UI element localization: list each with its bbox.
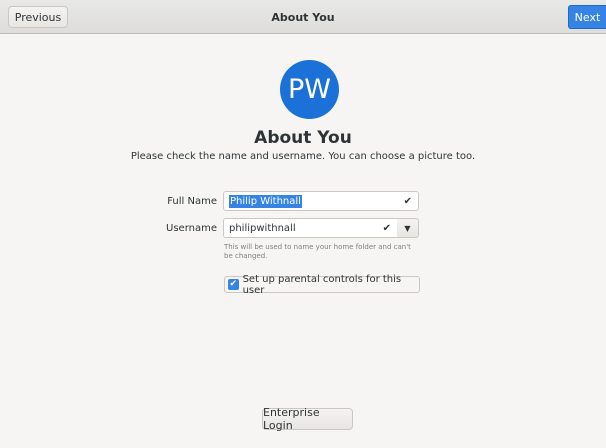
parental-controls-checkbox[interactable]: ✔ Set up parental controls for this user	[224, 273, 420, 296]
chevron-down-icon: ▼	[404, 223, 411, 233]
previous-button[interactable]: Previous	[8, 6, 68, 28]
username-field[interactable]: philipwithnall ✔	[223, 218, 398, 238]
checkbox-checked-icon: ✔	[228, 279, 239, 290]
page-title: About You	[254, 128, 352, 148]
username-dropdown-button[interactable]: ▼	[397, 218, 419, 238]
parental-controls-label: Set up parental controls for this user	[242, 273, 402, 296]
next-button[interactable]: Next	[568, 5, 606, 29]
checkmark-icon: ✔	[382, 222, 391, 234]
full-name-field[interactable]: Philip Withnall ✔	[223, 191, 419, 211]
username-value: philipwithnall	[229, 222, 296, 234]
full-name-label: Full Name	[167, 196, 217, 207]
header-bar	[0, 0, 606, 34]
avatar[interactable]: PW	[280, 60, 339, 119]
full-name-value: Philip Withnall	[229, 194, 302, 208]
username-label: Username	[166, 223, 217, 234]
page-subtitle: Please check the name and username. You …	[130, 151, 476, 162]
enterprise-login-button[interactable]: Enterprise Login	[262, 406, 353, 432]
checkmark-icon: ✔	[403, 195, 412, 207]
username-hint: This will be used to name your home fold…	[224, 243, 411, 260]
